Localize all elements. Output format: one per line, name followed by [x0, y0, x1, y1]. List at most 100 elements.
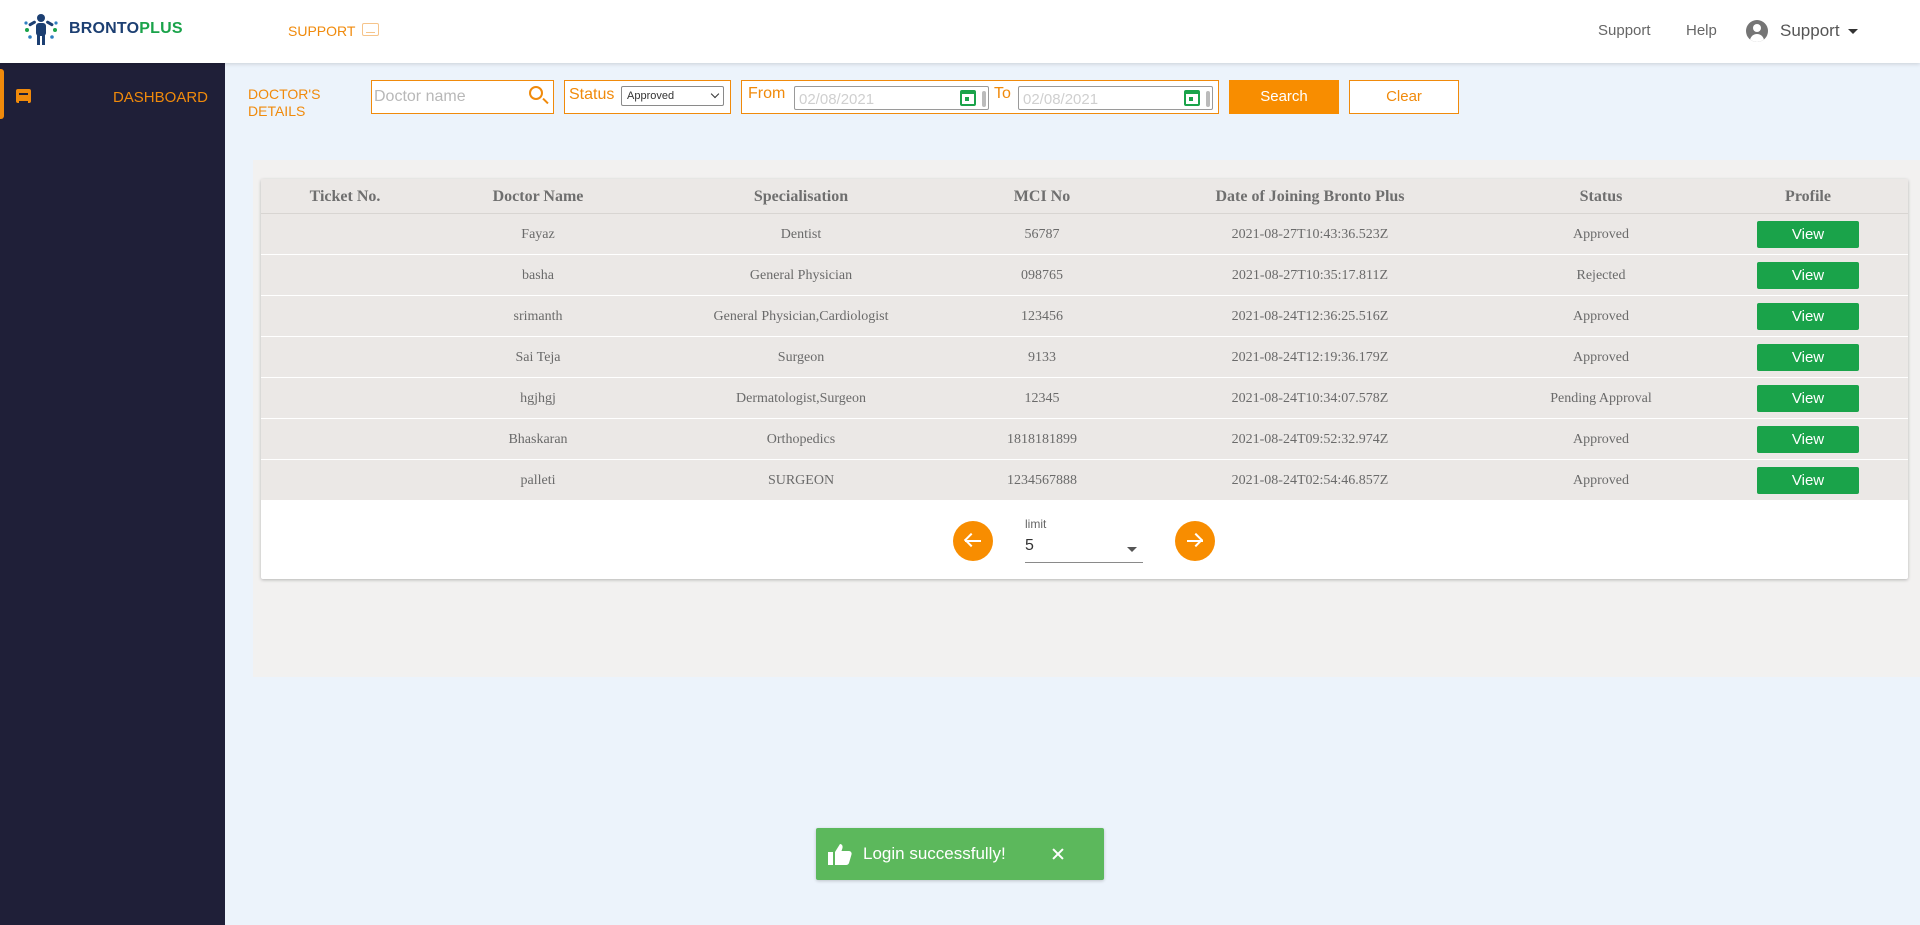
from-label: From: [748, 85, 786, 102]
cell-specialisation: SURGEON: [767, 473, 835, 488]
to-date-input[interactable]: 02/08/2021: [1018, 86, 1213, 110]
date-range-filter: From 02/08/2021 To 02/08/2021: [741, 80, 1219, 114]
cell-date-joined: 2021-08-24T09:52:32.974Z: [1231, 432, 1389, 447]
caret-down-icon: [1127, 547, 1137, 552]
cell-specialisation: Dermatologist,Surgeon: [735, 391, 867, 406]
close-icon[interactable]: [1048, 844, 1068, 864]
header-link-support[interactable]: Support: [1598, 22, 1651, 39]
doctor-search-box: [371, 80, 554, 114]
date-spinner: [982, 91, 986, 107]
page-title: DOCTOR'S DETAILS: [248, 86, 328, 120]
user-menu[interactable]: Support: [1746, 20, 1858, 42]
status-label: Status: [569, 86, 615, 103]
cell-status: Approved: [1573, 309, 1629, 324]
search-icon[interactable]: [529, 86, 543, 100]
page-title-line2: DETAILS: [248, 103, 306, 119]
cell-mci-no: 56787: [1024, 227, 1060, 242]
limit-select[interactable]: 5: [1025, 533, 1143, 563]
view-profile-button[interactable]: View: [1757, 303, 1859, 330]
cell-doctor-name: palleti: [520, 473, 556, 488]
from-date-value: 02/08/2021: [799, 91, 875, 108]
cell-date-joined: 2021-08-24T12:19:36.179Z: [1231, 350, 1389, 365]
laptop-icon: [362, 23, 379, 36]
cell-status: Approved: [1573, 227, 1629, 242]
next-page-button[interactable]: [1175, 521, 1215, 561]
cell-specialisation: Surgeon: [777, 350, 825, 365]
chevron-down-icon: [710, 89, 720, 99]
table-row: hgjhgj Dermatologist,Surgeon 12345 2021-…: [261, 378, 1908, 419]
calendar-icon[interactable]: [960, 90, 976, 106]
cell-doctor-name: srimanth: [513, 309, 563, 324]
doctors-table-card: Ticket No. Doctor Name Specialisation MC…: [261, 179, 1908, 579]
account-circle-icon: [1746, 20, 1768, 42]
table-header: Ticket No. Doctor Name Specialisation MC…: [261, 179, 1908, 214]
cell-mci-no: 1818181899: [1007, 432, 1077, 447]
cell-status: Pending Approval: [1550, 391, 1652, 406]
previous-page-button[interactable]: [953, 521, 993, 561]
view-profile-button[interactable]: View: [1757, 221, 1859, 248]
to-date-value: 02/08/2021: [1023, 91, 1099, 108]
column-header-doctor-name: Doctor Name: [492, 188, 584, 205]
brand-logo-icon: [24, 14, 58, 45]
brand-name: BRONTOPLUS: [69, 20, 183, 38]
doctor-name-input[interactable]: [372, 81, 522, 113]
cell-doctor-name: Fayaz: [521, 227, 555, 242]
cell-specialisation: Orthopedics: [766, 432, 836, 447]
table-row: Fayaz Dentist 56787 2021-08-27T10:43:36.…: [261, 214, 1908, 255]
cell-date-joined: 2021-08-27T10:43:36.523Z: [1231, 227, 1389, 242]
cell-doctor-name: Bhaskaran: [508, 432, 568, 447]
toast-message: Login successfully!: [863, 844, 1006, 863]
sidebar-item-dashboard[interactable]: DASHBOARD: [0, 69, 225, 119]
caret-down-icon: [1847, 28, 1858, 34]
table-row: srimanth General Physician,Cardiologist …: [261, 296, 1908, 337]
top-header: BRONTOPLUS SUPPORT Support Help Support: [0, 0, 1920, 63]
view-profile-button[interactable]: View: [1757, 344, 1859, 371]
cell-mci-no: 9133: [1028, 350, 1056, 365]
cell-specialisation: General Physician: [749, 268, 853, 283]
status-selected-value: Approved: [627, 90, 675, 102]
thumbs-up-icon: [828, 844, 852, 865]
sidebar: DASHBOARD: [0, 63, 225, 925]
cell-mci-no: 098765: [1021, 268, 1063, 283]
table-row: Bhaskaran Orthopedics 1818181899 2021-08…: [261, 419, 1908, 460]
date-spinner: [1206, 91, 1210, 107]
status-select[interactable]: Approved: [621, 86, 724, 106]
from-date-input[interactable]: 02/08/2021: [794, 86, 989, 110]
limit-label: limit: [1025, 517, 1047, 531]
cell-doctor-name: basha: [522, 268, 554, 283]
column-header-date-joined: Date of Joining Bronto Plus: [1215, 188, 1405, 205]
column-header-mci-no: MCI No: [1013, 188, 1071, 205]
to-label: To: [994, 85, 1011, 102]
cell-mci-no: 123456: [1021, 309, 1063, 324]
dashboard-icon: [16, 89, 31, 103]
cell-date-joined: 2021-08-27T10:35:17.811Z: [1231, 268, 1389, 283]
search-button[interactable]: Search: [1229, 80, 1339, 114]
table-row: basha General Physician 098765 2021-08-2…: [261, 255, 1908, 296]
active-indicator: [0, 69, 4, 119]
column-header-profile: Profile: [1785, 188, 1831, 205]
view-profile-button[interactable]: View: [1757, 467, 1859, 494]
cell-status: Approved: [1573, 473, 1629, 488]
sidebar-item-label: DASHBOARD: [112, 89, 208, 106]
page-title-line1: DOCTOR'S: [248, 86, 321, 102]
view-profile-button[interactable]: View: [1757, 385, 1859, 412]
cell-mci-no: 12345: [1024, 391, 1060, 406]
cell-specialisation: Dentist: [780, 227, 822, 242]
brand-logo[interactable]: BRONTOPLUS: [22, 10, 183, 48]
cell-status: Rejected: [1576, 268, 1626, 283]
cell-date-joined: 2021-08-24T12:36:25.516Z: [1231, 309, 1389, 324]
table-row: Sai Teja Surgeon 9133 2021-08-24T12:19:3…: [261, 337, 1908, 378]
brand-name-part1: BRONTO: [69, 20, 140, 37]
view-profile-button[interactable]: View: [1757, 262, 1859, 289]
cell-date-joined: 2021-08-24T02:54:46.857Z: [1231, 473, 1389, 488]
column-header-ticket: Ticket No.: [309, 188, 381, 205]
clear-button[interactable]: Clear: [1349, 80, 1459, 114]
brand-name-part2: PLUS: [139, 20, 183, 37]
status-filter: Status Approved: [564, 80, 731, 114]
header-link-help[interactable]: Help: [1686, 22, 1717, 39]
table-row: palleti SURGEON 1234567888 2021-08-24T02…: [261, 460, 1908, 501]
calendar-icon[interactable]: [1184, 90, 1200, 106]
cell-doctor-name: Sai Teja: [515, 350, 561, 365]
view-profile-button[interactable]: View: [1757, 426, 1859, 453]
user-name: Support: [1780, 21, 1840, 40]
